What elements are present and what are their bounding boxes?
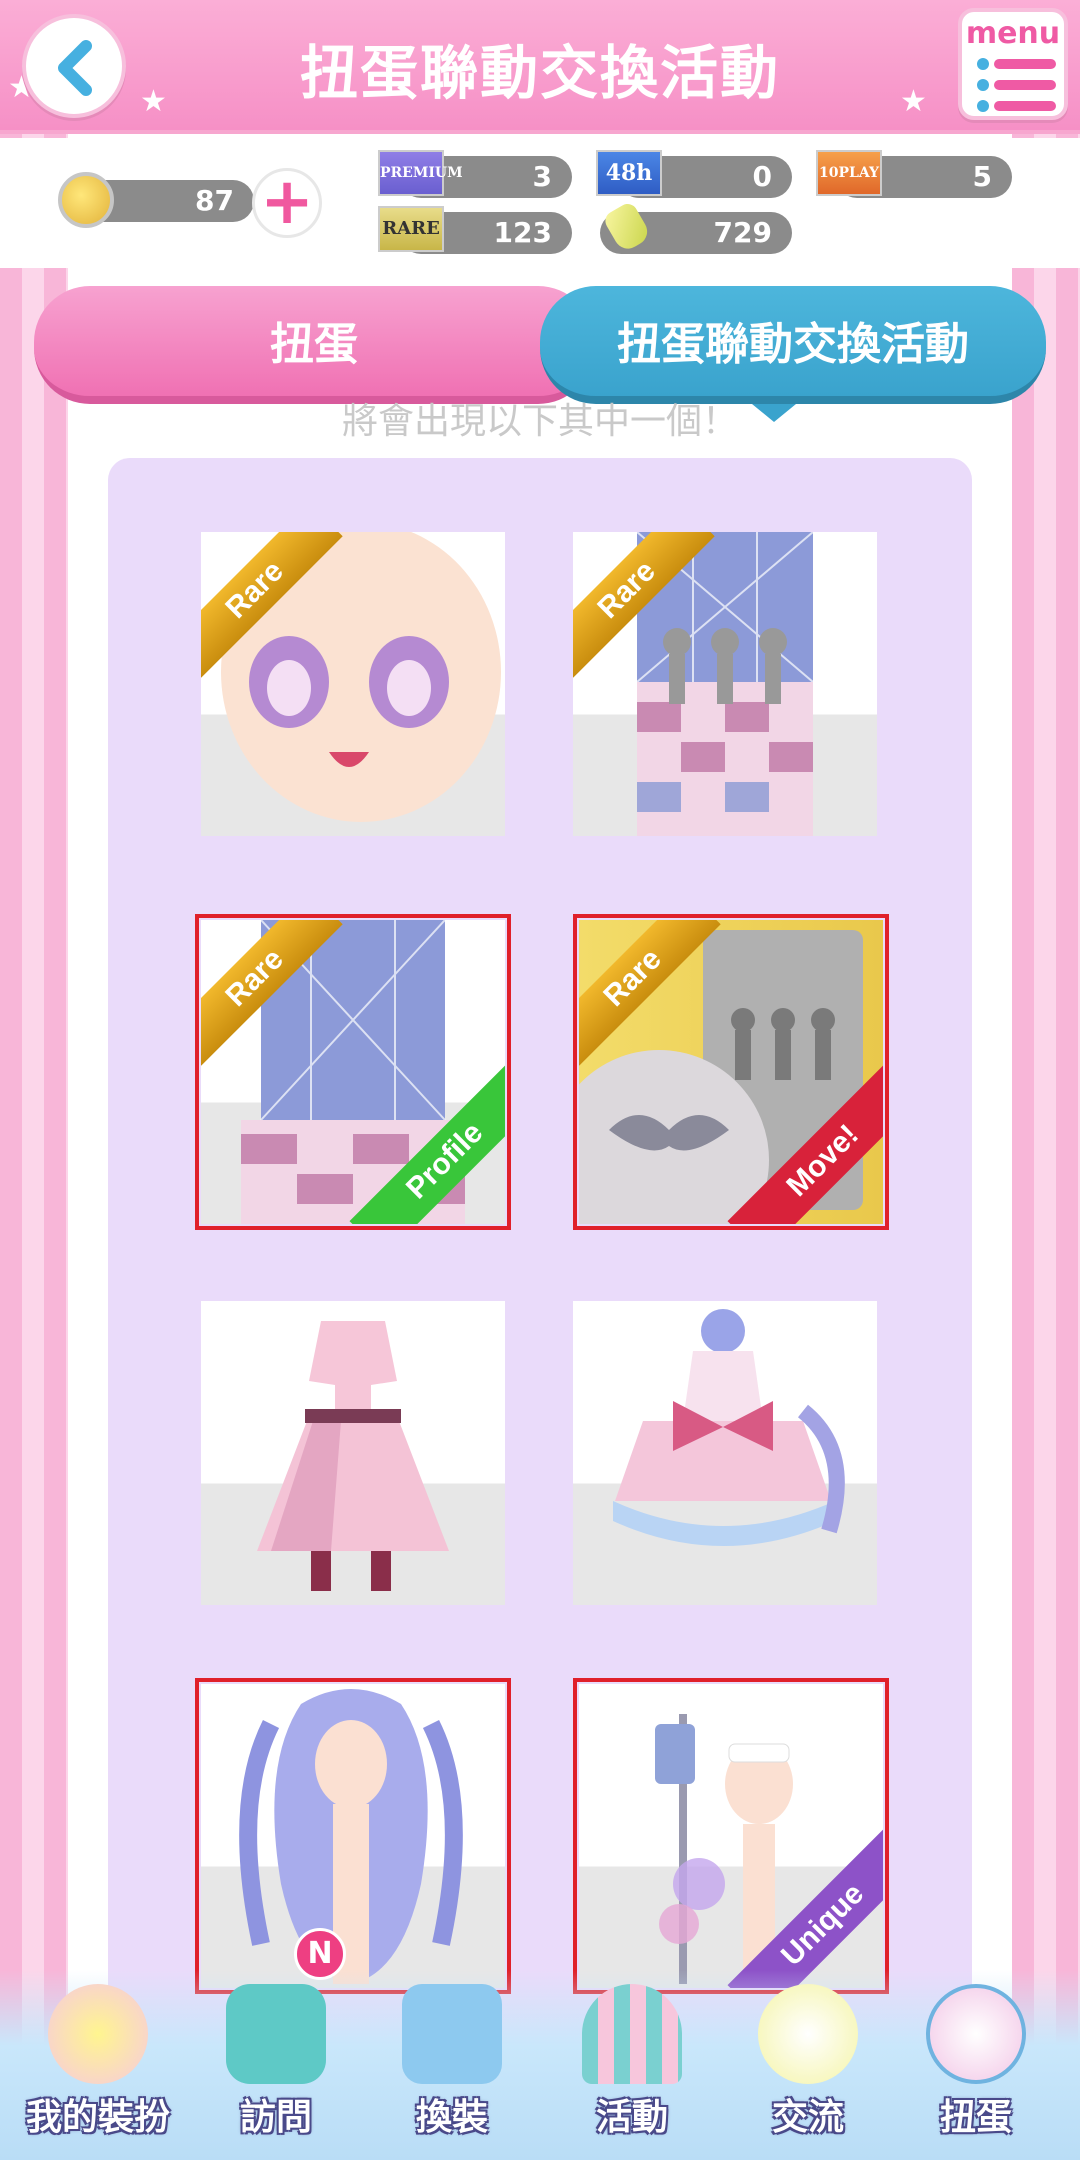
- tab-bar: 扭蛋 扭蛋聯動交換活動: [34, 286, 1046, 404]
- prize-item-pink-coat-dress[interactable]: [201, 1301, 505, 1605]
- coin-icon: [58, 172, 114, 228]
- gacha-machine-icon: [926, 1984, 1026, 2084]
- prize-item-profile-background[interactable]: Rare Profile: [195, 914, 511, 1230]
- dress-art-icon: [613, 1309, 845, 1546]
- carousel-icon: [48, 1984, 148, 2084]
- nav-social-label: 交流: [771, 2097, 844, 2138]
- 48h-ticket-icon: 48h: [596, 150, 662, 196]
- friends-icon: [758, 1984, 858, 2084]
- nav-dress-up[interactable]: 換裝: [372, 1970, 532, 2160]
- menu-label: menu: [965, 16, 1061, 51]
- hair-art-icon: [239, 1689, 463, 1984]
- prize-item-background[interactable]: Rare: [573, 532, 877, 836]
- tab-gacha[interactable]: 扭蛋: [34, 286, 594, 404]
- nav-my-outfit[interactable]: 我的裝扮: [18, 1970, 178, 2160]
- menu-button[interactable]: menu: [958, 8, 1068, 120]
- premium-ticket-icon: PREMIUM: [378, 150, 463, 196]
- 10play-ticket-icon: 10PLAY: [816, 150, 882, 196]
- currency-bar: 87 + 3 PREMIUM 0 48h 5 10PLAY 123 RARE 7…: [0, 138, 1080, 268]
- subtitle-text: 將會出現以下其中一個！: [341, 401, 738, 442]
- nav-gacha[interactable]: 扭蛋: [896, 1970, 1056, 2160]
- page-title: 扭蛋聯動交換活動: [299, 39, 780, 107]
- prize-item-face[interactable]: Rare: [201, 532, 505, 836]
- header-bar: ★ ★ ★ 扭蛋聯動交換活動 menu: [0, 0, 1080, 134]
- prize-item-moving-background[interactable]: Rare Move!: [573, 914, 889, 1230]
- nav-event[interactable]: 活動: [552, 1970, 712, 2160]
- hamburger-icon: [977, 58, 1056, 112]
- notification-badge: N: [294, 1928, 346, 1980]
- nav-visit[interactable]: 訪問: [196, 1970, 356, 2160]
- nav-gacha-label: 扭蛋: [939, 2097, 1012, 2138]
- nav-dress-up-label: 換裝: [415, 2097, 488, 2138]
- tent-icon: [582, 1984, 682, 2084]
- add-coins-button[interactable]: +: [252, 168, 322, 238]
- shirt-icon: [402, 1984, 502, 2084]
- nav-social[interactable]: 交流: [728, 1970, 888, 2160]
- dress-art-icon: [257, 1321, 449, 1591]
- phone-icon: [226, 1984, 326, 2084]
- bottom-nav: 我的裝扮 訪問 換裝 活動 交流 扭蛋: [0, 1970, 1080, 2160]
- prize-item-ruffle-dress[interactable]: [573, 1301, 877, 1605]
- prize-item-nurse-iv-stand[interactable]: Unique: [573, 1678, 889, 1994]
- prize-item-lavender-twin-hair[interactable]: [195, 1678, 511, 1994]
- tab-event[interactable]: 扭蛋聯動交換活動: [540, 286, 1046, 404]
- rare-ticket-icon: RARE: [378, 206, 444, 252]
- nav-event-label: 活動: [595, 2097, 668, 2138]
- nav-visit-label: 訪問: [239, 2097, 312, 2138]
- nav-my-outfit-label: 我的裝扮: [25, 2097, 170, 2138]
- prize-grid-panel: Rare Rare Rare Profile Rare Move! Unique: [108, 458, 972, 2160]
